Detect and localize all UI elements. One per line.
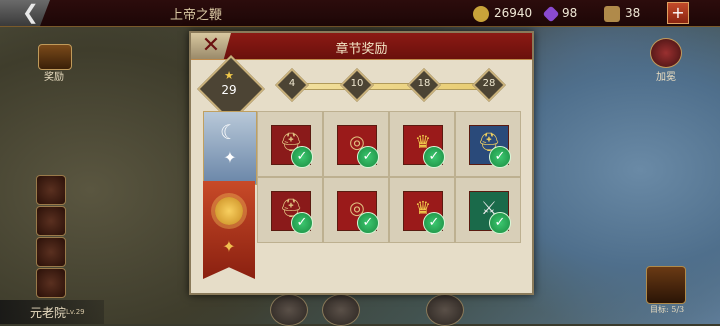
- silver-tier-banner: ☾ ✦: [203, 111, 257, 185]
- bottom-menu-icon-1[interactable]: [270, 294, 308, 326]
- eagle-icon: ✦: [223, 148, 237, 167]
- reward-cell[interactable]: ⛑ ✓: [257, 111, 323, 177]
- claimed-check-icon: ✓: [291, 212, 313, 234]
- back-button[interactable]: ❮: [0, 0, 50, 26]
- wheat-icon: [604, 5, 620, 22]
- star-icon: ★: [224, 69, 234, 82]
- claimed-check-icon: ✓: [423, 212, 445, 234]
- senate-label: 元老院: [30, 306, 67, 320]
- golden-eagle-icon: ✦: [222, 237, 236, 256]
- dialog-title: 章节奖励: [335, 42, 388, 57]
- back-arrow-icon: ❮: [22, 0, 39, 24]
- coronation-label: 加冕: [656, 72, 676, 83]
- gem-counter: 98: [542, 3, 577, 23]
- milestone-4: 28: [472, 68, 506, 102]
- claimed-check-icon: ✓: [489, 146, 511, 168]
- food-counter: 38: [604, 3, 640, 23]
- reward-cell[interactable]: ⛑ ✓: [455, 111, 521, 177]
- top-bar: ❮ 上帝之鞭 26940 98 38 +: [0, 0, 720, 27]
- chapter-rewards-dialog: 章节奖励 ✕ ★ 29 4 10 18 28 ☾ ✦ ✦ ⛑ ✓ ◎ ✓ ♛ ✓…: [189, 31, 534, 295]
- reward-cell[interactable]: ⛑ ✓: [257, 177, 323, 243]
- purse-icon[interactable]: [36, 175, 66, 205]
- claimed-check-icon: ✓: [357, 146, 379, 168]
- reward-cell[interactable]: ♛ ✓: [389, 177, 455, 243]
- dialog-header: 章节奖励 ✕: [191, 33, 532, 60]
- page-title: 上帝之鞭: [170, 8, 223, 23]
- close-icon: ✕: [201, 33, 221, 58]
- senate-panel[interactable]: 元老院 Lv.29: [0, 300, 104, 324]
- milestone-2: 10: [340, 68, 374, 102]
- reward-cell[interactable]: ⚔ ✓: [455, 177, 521, 243]
- coin-counter: 26940: [473, 3, 532, 23]
- senate-level: Lv.29: [66, 308, 85, 316]
- crescent-moon-icon: ☾: [220, 120, 238, 144]
- chest-side-icon[interactable]: [36, 237, 66, 267]
- rewards-label: 奖励: [44, 72, 64, 83]
- reward-cell[interactable]: ◎ ✓: [323, 177, 389, 243]
- rewards-chest-icon[interactable]: [38, 44, 72, 70]
- reward-cell[interactable]: ♛ ✓: [389, 111, 455, 177]
- goal-progress-label: 目标: 5/3: [650, 305, 685, 314]
- goal-chest-icon[interactable]: [646, 266, 686, 304]
- star-count: 29: [221, 83, 237, 97]
- milestone-1: 4: [275, 68, 309, 102]
- add-resource-button[interactable]: +: [667, 2, 689, 24]
- progress-track: [291, 83, 483, 90]
- coronation-crown-icon[interactable]: [650, 38, 682, 68]
- gem-icon: [542, 5, 560, 22]
- milestone-3: 18: [407, 68, 441, 102]
- reward-cell[interactable]: ◎ ✓: [323, 111, 389, 177]
- trophy-icon[interactable]: [36, 268, 66, 298]
- sun-icon: [215, 197, 243, 225]
- claimed-check-icon: ✓: [489, 212, 511, 234]
- claimed-check-icon: ✓: [291, 146, 313, 168]
- claimed-check-icon: ✓: [357, 212, 379, 234]
- coin-icon: [473, 5, 489, 22]
- bottom-menu-icon-3[interactable]: [426, 294, 464, 326]
- claimed-check-icon: ✓: [423, 146, 445, 168]
- crown-side-icon[interactable]: [36, 206, 66, 236]
- bottom-menu-icon-2[interactable]: [322, 294, 360, 326]
- gold-tier-banner: ✦: [203, 181, 255, 279]
